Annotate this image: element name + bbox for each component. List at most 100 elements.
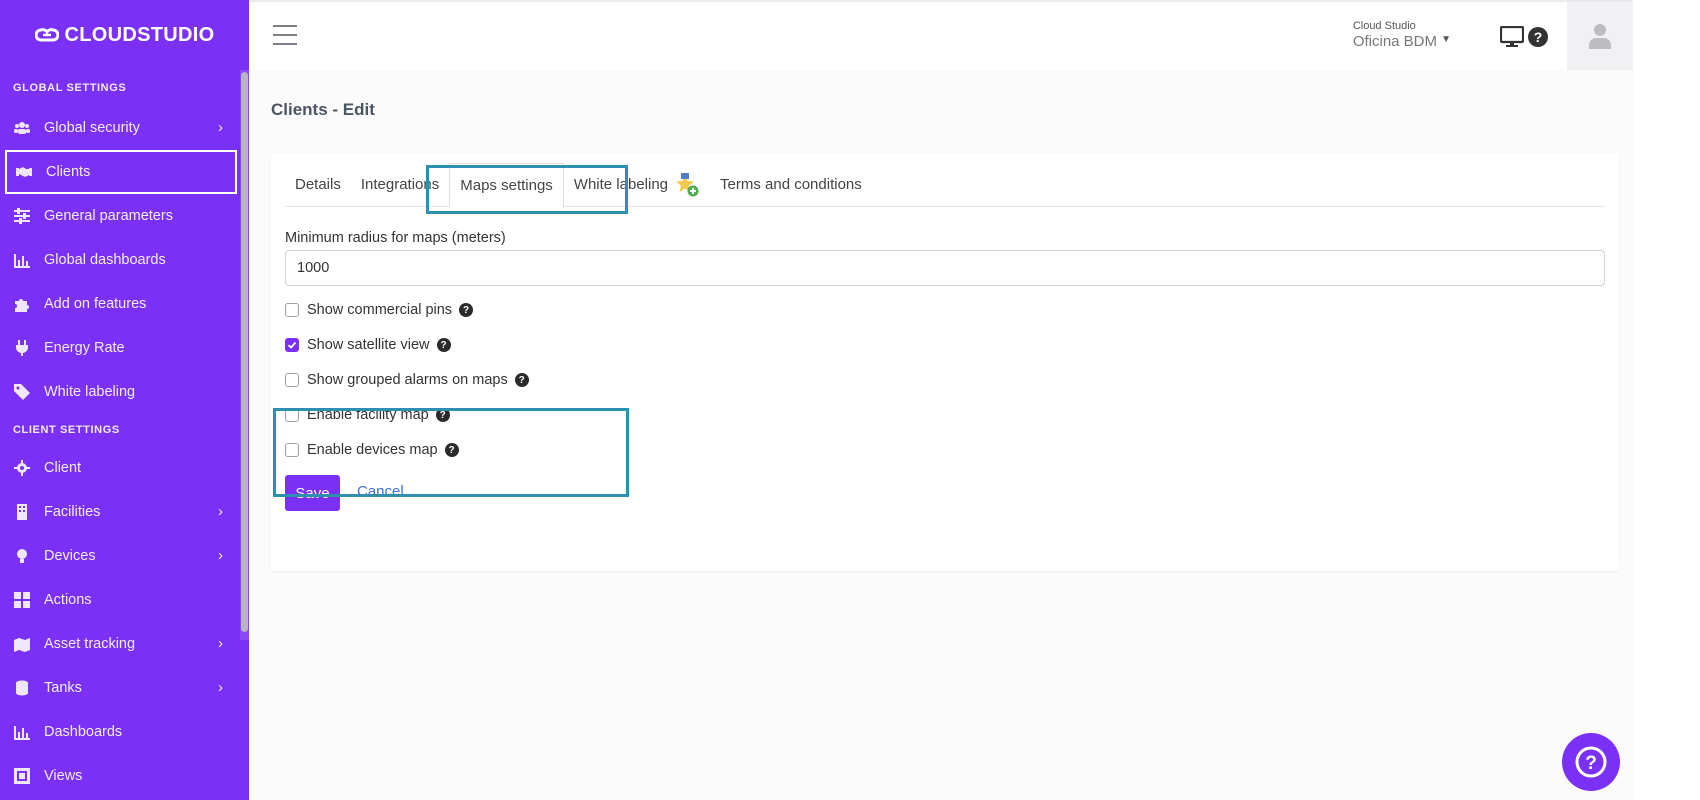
sidebar-item-white-labeling[interactable]: White labeling: [0, 370, 249, 414]
tab-integrations[interactable]: Integrations: [351, 163, 449, 207]
checkbox-label: Enable devices map: [307, 442, 438, 458]
tag-icon: [13, 383, 31, 401]
checkbox-label: Show satellite view: [307, 337, 430, 353]
checkbox-row-devices-map[interactable]: Enable devices map ?: [285, 440, 459, 460]
edit-card: Details Integrations Maps settings White…: [271, 153, 1619, 571]
hamburger-menu-icon[interactable]: [273, 25, 297, 45]
sidebar-scrollbar-thumb[interactable]: [241, 72, 248, 632]
help-circle-icon[interactable]: ?: [1525, 24, 1551, 50]
sidebar-item-global-dashboards[interactable]: Global dashboards: [0, 238, 249, 282]
sidebar-item-label: Actions: [44, 592, 92, 608]
sidebar-item-clients[interactable]: Clients: [5, 150, 237, 194]
sidebar-item-label: White labeling: [44, 384, 136, 400]
bar-chart-icon: [13, 251, 31, 269]
sidebar-item-actions[interactable]: Actions: [0, 578, 249, 622]
tab-maps-settings[interactable]: Maps settings: [449, 162, 564, 208]
floating-help-button[interactable]: ?: [1562, 733, 1620, 791]
organization-office: Oficina BDM: [1352, 33, 1437, 50]
save-button[interactable]: Save: [285, 475, 340, 511]
checkbox-facility-map[interactable]: [285, 408, 299, 422]
grid-icon: [13, 591, 31, 609]
map-marker-icon: [13, 635, 31, 653]
checkmark-icon: [287, 341, 297, 349]
checkbox-grouped-alarms[interactable]: [285, 373, 299, 387]
sidebar-item-label: Dashboards: [44, 724, 123, 740]
monitor-icon[interactable]: [1499, 24, 1525, 50]
sidebar-item-label: Global dashboards: [44, 252, 166, 268]
sidebar-item-label: Energy Rate: [44, 340, 125, 356]
topbar: Cloud Studio Oficina BDM ▼ ?: [249, 0, 1633, 70]
section-title-global: GLOBAL SETTINGS: [13, 82, 127, 94]
help-icon[interactable]: ?: [435, 408, 450, 422]
sidebar-item-tanks[interactable]: Tanks ›: [0, 666, 249, 710]
sidebar-item-client[interactable]: Client: [0, 446, 249, 490]
puzzle-icon: [13, 295, 31, 313]
cloud-logo-icon: [34, 28, 59, 42]
checkbox-row-commercial-pins[interactable]: Show commercial pins ?: [285, 300, 474, 320]
organization-selector[interactable]: Cloud Studio Oficina BDM ▼: [1352, 20, 1451, 50]
checkbox-devices-map[interactable]: [285, 443, 299, 457]
help-circle-icon: ?: [1575, 746, 1607, 778]
handshake-icon: [15, 163, 33, 181]
sidebar-item-label: Views: [44, 768, 83, 784]
checkbox-label: Show commercial pins: [307, 302, 453, 318]
sidebar: CLOUDSTUDIO GLOBAL SETTINGS Global secur…: [0, 0, 249, 800]
brand-logo[interactable]: CLOUDSTUDIO: [0, 0, 249, 70]
user-avatar[interactable]: [1567, 2, 1633, 70]
radius-input[interactable]: [285, 250, 1605, 286]
svg-text:?: ?: [1585, 753, 1597, 774]
help-icon[interactable]: ?: [436, 338, 451, 352]
sidebar-item-label: Clients: [46, 164, 91, 180]
bar-chart-icon: [13, 723, 31, 741]
sidebar-item-label: Tanks: [44, 680, 82, 696]
chevron-right-icon: ›: [218, 547, 223, 564]
sidebar-item-views[interactable]: Views: [0, 754, 249, 798]
sidebar-item-label: Asset tracking: [44, 636, 136, 652]
sidebar-item-label: Client: [44, 460, 82, 476]
sidebar-item-facilities[interactable]: Facilities ›: [0, 490, 249, 534]
checkbox-row-grouped-alarms[interactable]: Show grouped alarms on maps ?: [285, 370, 529, 390]
page-title: Clients - Edit: [271, 100, 375, 119]
brand-name: CLOUDSTUDIO: [64, 23, 215, 46]
sidebar-item-add-on-features[interactable]: Add on features: [0, 282, 249, 326]
organization-name: Cloud Studio: [1352, 20, 1416, 32]
help-icon[interactable]: ?: [459, 303, 474, 317]
tab-details[interactable]: Details: [285, 163, 351, 207]
sidebar-item-energy-rate[interactable]: Energy Rate: [0, 326, 249, 370]
help-icon[interactable]: ?: [514, 373, 529, 387]
sidebar-item-label: General parameters: [44, 208, 173, 224]
plug-icon: [13, 339, 31, 357]
sidebar-item-label: Devices: [44, 548, 96, 564]
database-icon: [13, 679, 31, 697]
section-title-client: CLIENT SETTINGS: [13, 424, 120, 436]
checkbox-satellite-view[interactable]: [285, 338, 299, 352]
cancel-link[interactable]: Cancel: [357, 483, 404, 500]
sidebar-item-label: Facilities: [44, 504, 101, 520]
tab-bar: Details Integrations Maps settings White…: [285, 162, 1605, 208]
sidebar-item-asset-tracking[interactable]: Asset tracking ›: [0, 622, 249, 666]
sidebar-item-label: Add on features: [44, 296, 147, 312]
sidebar-item-dashboards[interactable]: Dashboards: [0, 710, 249, 754]
sidebar-item-global-security[interactable]: Global security ›: [0, 106, 249, 150]
caret-down-icon: ▼: [1441, 34, 1451, 45]
checkbox-row-satellite-view[interactable]: Show satellite view ?: [285, 335, 451, 355]
sliders-icon: [13, 207, 31, 225]
tab-white-labeling[interactable]: White labeling: [564, 163, 710, 207]
checkbox-row-facility-map[interactable]: Enable facility map ?: [285, 405, 450, 425]
tab-label: White labeling: [573, 176, 669, 193]
building-icon: [13, 503, 31, 521]
checkbox-commercial-pins[interactable]: [285, 303, 299, 317]
user-avatar-icon: [1589, 24, 1611, 49]
gear-icon: [13, 459, 31, 477]
sidebar-item-devices[interactable]: Devices ›: [0, 534, 249, 578]
checkbox-label: Show grouped alarms on maps: [307, 372, 508, 388]
sidebar-item-label: Global security: [44, 120, 140, 136]
chevron-right-icon: ›: [218, 679, 223, 696]
sidebar-item-general-parameters[interactable]: General parameters: [0, 194, 249, 238]
lightbulb-icon: [13, 547, 31, 565]
tab-terms-and-conditions[interactable]: Terms and conditions: [710, 163, 872, 207]
chevron-right-icon: ›: [218, 503, 223, 520]
main-content: Clients - Edit Details Integrations Maps…: [249, 70, 1633, 800]
new-feature-badge-icon: [674, 172, 700, 198]
help-icon[interactable]: ?: [444, 443, 459, 457]
